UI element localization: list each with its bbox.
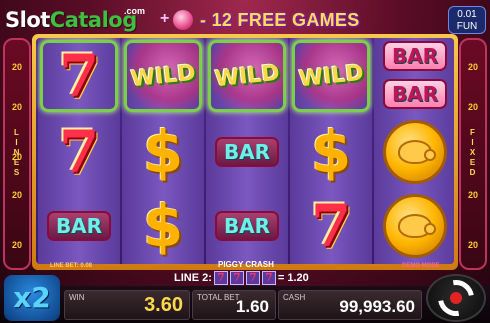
- pig-icon: [398, 140, 436, 164]
- fun-balance-box[interactable]: 0.01 FUN: [448, 6, 486, 34]
- multiplier-badge: x2: [4, 275, 60, 321]
- piggy-crash-label: PIGGY CRASH: [218, 260, 274, 269]
- symbol-bar: BAR: [40, 190, 118, 262]
- reel-3: WILD BAR BAR: [206, 38, 288, 264]
- reel-2: WILD $ $: [122, 38, 204, 264]
- symbol-bar: BAR: [376, 38, 454, 74]
- symbol-piggy-coin: [376, 116, 454, 188]
- lines-panel-right: 20 20 FIXED 20 20: [459, 38, 487, 270]
- top-bar: SlotCatalog .com + - 12 FREE GAMES 0.01 …: [0, 0, 490, 34]
- line-bet-label: LINE BET: 0.08: [50, 263, 93, 269]
- lines-panel-left: 20 20 LINES 20 20 20: [3, 38, 31, 270]
- mini-seven-icon: 7: [229, 271, 244, 285]
- total-bet-panel[interactable]: TOTAL BET 1.60: [192, 290, 276, 320]
- cash-panel: CASH 99,993.60: [278, 290, 422, 320]
- symbol-bar: BAR: [208, 190, 286, 262]
- reel-area[interactable]: 7 7 BAR WILD $ $ WILD BAR BAR WILD $ 7 B…: [36, 38, 454, 264]
- autoplay-spin-button[interactable]: [426, 272, 486, 323]
- piggy-coin-icon: [383, 194, 447, 258]
- stop-dot-icon: [450, 292, 462, 304]
- reel-5: BAR BAR: [374, 38, 454, 264]
- piggy-coin-icon: [173, 10, 193, 30]
- symbol-dollar: $: [142, 192, 184, 260]
- reel-frame: 7 7 BAR WILD $ $ WILD BAR BAR WILD $ 7 B…: [32, 34, 458, 270]
- symbol-seven: 7: [40, 40, 118, 112]
- win-panel: WIN 3.60: [64, 290, 190, 320]
- symbol-seven: 7: [58, 118, 100, 186]
- demo-mode-label: DEMO MODE: [402, 263, 440, 269]
- symbol-dollar: $: [310, 118, 352, 186]
- piggy-coin-icon: [383, 120, 447, 184]
- symbol-bar: BAR: [376, 76, 454, 112]
- free-games-title: - 12 FREE GAMES: [200, 10, 360, 30]
- symbol-wild: WILD: [208, 40, 286, 112]
- reel-1: 7 7 BAR: [38, 38, 120, 264]
- symbol-bar: BAR: [208, 116, 286, 188]
- win-line-info: LINE 2: 7 7 7 7 = 1.20: [174, 271, 309, 285]
- mini-seven-icon: 7: [261, 271, 276, 285]
- reel-4: WILD $ 7: [290, 38, 372, 264]
- watermark-logo: SlotCatalog: [5, 8, 137, 32]
- symbol-piggy-coin: [376, 190, 454, 262]
- symbol-dollar: $: [142, 118, 184, 186]
- symbol-wild: WILD: [124, 40, 202, 112]
- fixed-label: FIXED: [469, 128, 477, 177]
- pig-icon: [398, 214, 436, 238]
- mini-seven-icon: 7: [213, 271, 228, 285]
- symbol-wild: WILD: [292, 40, 370, 112]
- symbol-seven: 7: [310, 192, 352, 260]
- piggy-bonus-icon: +: [137, 10, 197, 30]
- mini-seven-icon: 7: [245, 271, 260, 285]
